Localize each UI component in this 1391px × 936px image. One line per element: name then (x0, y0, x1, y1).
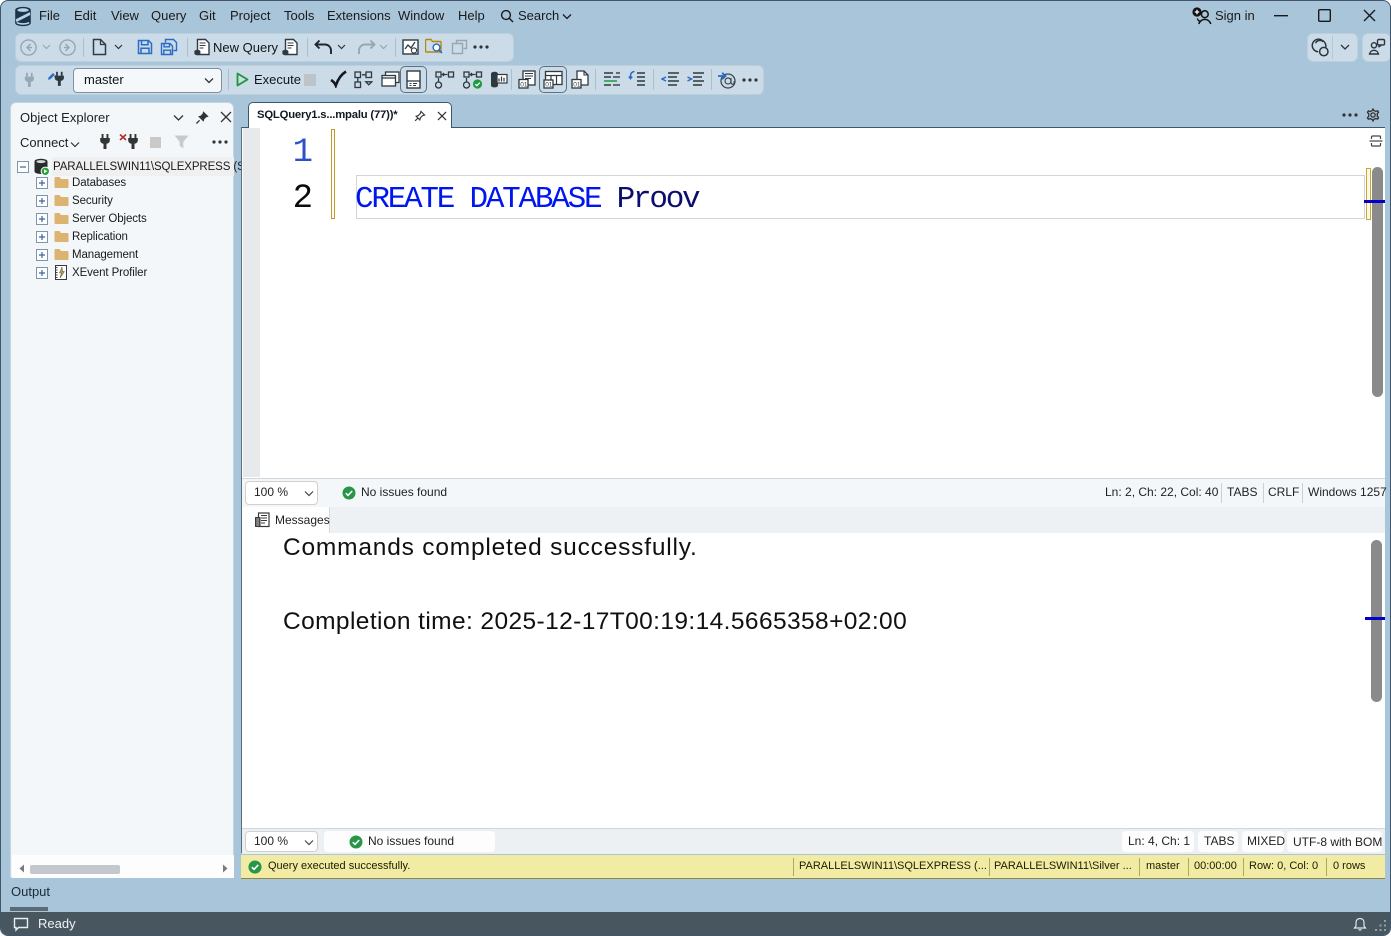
svg-text:01: 01 (545, 82, 553, 89)
svg-text:01: 01 (573, 81, 581, 88)
svg-text:01: 01 (520, 81, 528, 88)
